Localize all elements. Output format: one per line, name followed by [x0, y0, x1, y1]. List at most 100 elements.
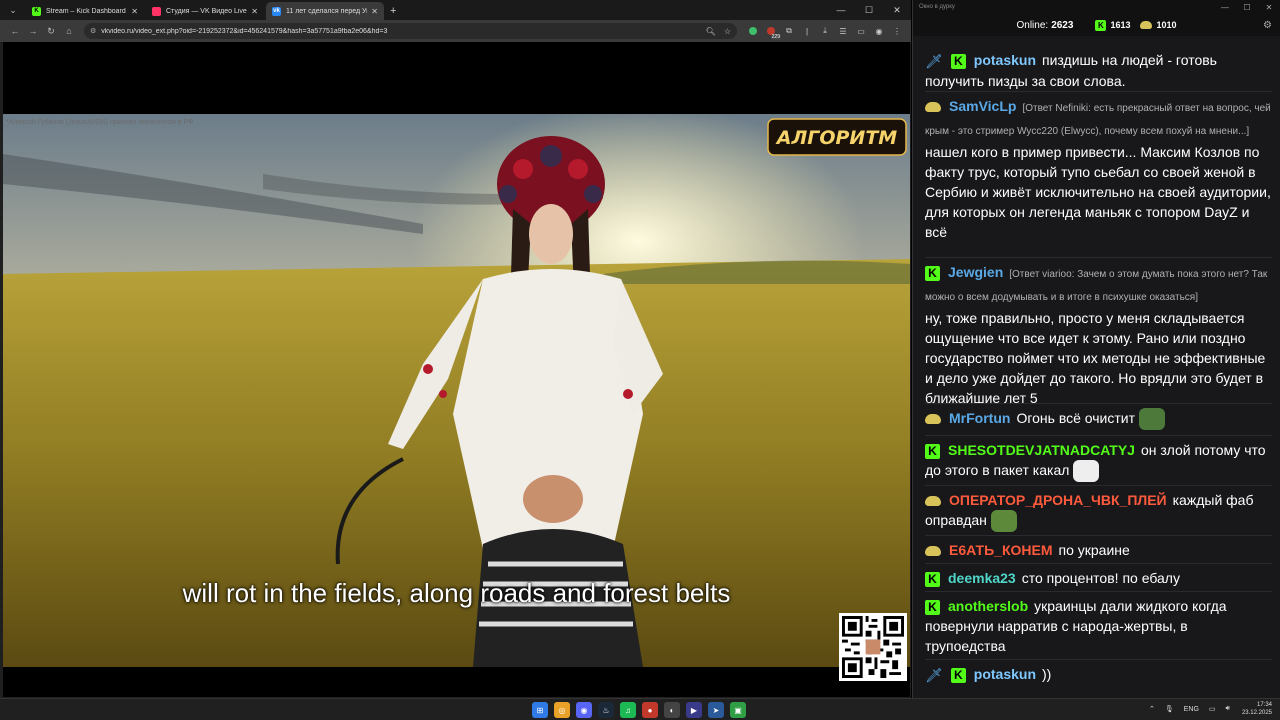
obs-icon[interactable]: ◐ — [664, 702, 680, 718]
tab-search-icon[interactable]: ⌄ — [4, 2, 22, 18]
kick-viewers: K 1613 — [1095, 19, 1130, 31]
chat-text: нашел кого в пример привести... Максим К… — [925, 144, 1271, 240]
site-info-icon[interactable]: ⚙ — [90, 27, 96, 35]
address-bar[interactable]: ⚙ vkvideo.ru/video_ext.php?oid=-21925237… — [84, 23, 737, 39]
chat-text: по украине — [1058, 542, 1130, 558]
chat-username[interactable]: anotherslob — [948, 598, 1028, 614]
minimize-icon[interactable]: — — [827, 0, 855, 20]
chat-username[interactable]: ОПЕРАТОР_ДРОНА_ЧВК_ПЛЕЙ — [949, 492, 1167, 508]
new-tab-icon[interactable]: + — [390, 5, 396, 17]
language-indicator[interactable]: ENG — [1184, 706, 1199, 713]
telegram-icon[interactable]: ➤ — [708, 702, 724, 718]
extension-badge: 229 — [770, 34, 781, 40]
tab-label: Stream – Kick Dashboard — [46, 7, 126, 15]
steam-icon[interactable]: ♨ — [598, 702, 614, 718]
close-window-icon[interactable]: ✕ — [1258, 0, 1280, 14]
profile-icon[interactable]: ◉ — [871, 23, 887, 39]
tab-vk-video[interactable]: vk 11 лет сделался перед Укр ✕ — [266, 2, 384, 20]
chat-username[interactable]: SHESOTDEVJATNADCATYJ — [948, 442, 1135, 458]
video-player[interactable]: АЛГОРИТМ *Алексей Губанов (JesusAVGN) пр… — [3, 42, 910, 697]
volume-icon[interactable]: 🔊︎ — [1226, 705, 1230, 713]
start-icon[interactable]: ⊞ — [532, 702, 548, 718]
network-icon[interactable]: ▭ — [1209, 705, 1216, 713]
chat-messages-list[interactable]: 🗡 Kpotaskun пиздишь на людей - готовь полу… — [913, 36, 1280, 698]
kick-icon: K — [1095, 19, 1107, 31]
spotify-icon[interactable]: ♫ — [620, 702, 636, 718]
tab-label: 11 лет сделался перед Укр — [286, 7, 368, 15]
kick-badge-icon: K — [925, 265, 940, 281]
chat-message: 🗡 Kpotaskun пиздишь на людей - готовь полу… — [925, 50, 1272, 92]
extensions-puzzle-icon[interactable]: ⧉ — [781, 23, 797, 39]
tab-kick-dashboard[interactable]: K Stream – Kick Dashboard ✕ — [26, 2, 144, 20]
channel-logo-text: АЛГОРИТМ — [775, 127, 898, 149]
chat-window-controls: — ☐ ✕ — [1214, 0, 1280, 14]
vk-live-favicon-icon — [152, 6, 161, 16]
qr-code-image — [839, 613, 907, 681]
grin-emote-icon — [1073, 460, 1100, 483]
chat-username[interactable]: MrFortun — [949, 410, 1010, 426]
extension-red-icon[interactable]: 229 — [763, 23, 781, 40]
tab-vk-studio[interactable]: Студия — VK Видео Live ✕ — [146, 2, 264, 20]
tray-chevron-icon[interactable]: ⌃ — [1149, 705, 1155, 713]
home-icon[interactable]: ⌂ — [60, 26, 78, 36]
pepe-emote-icon — [1139, 408, 1166, 431]
mic-icon[interactable]: 🎙︎ — [1165, 705, 1174, 713]
chat-message: K SHESOTDEVJATNADCATYJ он злой потому что … — [925, 440, 1272, 486]
app-blue-icon[interactable]: ▶ — [686, 702, 702, 718]
chat-text: )) — [1042, 666, 1052, 682]
online-label: Online: — [1016, 19, 1049, 31]
close-icon[interactable]: ✕ — [131, 7, 138, 16]
pepe-badge-icon — [925, 414, 941, 425]
chat-window-titlebar: Окно в дурку — ☐ ✕ — [913, 0, 1280, 14]
download-icon[interactable]: ⤓ — [817, 23, 833, 39]
discord-icon[interactable]: ◉ — [576, 702, 592, 718]
close-icon[interactable]: ✕ — [251, 7, 258, 16]
settings-icon[interactable]: ⚙ — [1263, 20, 1272, 31]
menu-icon[interactable]: ⋮ — [889, 23, 905, 39]
kick-badge-icon: K — [950, 53, 966, 69]
chrome-icon[interactable]: ◎ — [554, 702, 570, 718]
system-tray: ⌃ 🎙︎ ENG ▭ 🔊︎ 17:34 23.12.2025 — [1139, 701, 1272, 717]
chat-username[interactable]: Е6АТЬ_КОНЕМ — [949, 542, 1052, 558]
back-icon[interactable]: ← — [6, 26, 24, 36]
chat-username[interactable]: potaskun — [974, 666, 1036, 682]
extension-green-icon[interactable] — [745, 23, 761, 39]
disclaimer-text: *Алексей Губанов (JesusAVGN) признан ино… — [6, 118, 193, 126]
clock[interactable]: 17:34 23.12.2025 — [1242, 701, 1272, 717]
bookmark-star-icon[interactable]: ☆ — [724, 27, 731, 36]
maximize-icon[interactable]: ☐ — [1236, 0, 1258, 14]
close-window-icon[interactable]: ✕ — [883, 0, 911, 20]
tab-groups-icon[interactable]: ☰ — [835, 23, 851, 39]
app-green-icon[interactable]: ▣ — [730, 702, 746, 718]
kick-badge-icon: K — [925, 599, 940, 615]
kick-badge-icon: K — [925, 443, 940, 459]
chat-message: MrFortun Огонь всё очистит — [925, 408, 1272, 436]
maximize-icon[interactable]: ☐ — [855, 0, 883, 20]
time: 17:34 — [1256, 702, 1272, 708]
pepe-badge-icon — [925, 102, 941, 113]
forward-icon[interactable]: → — [24, 26, 42, 36]
close-icon[interactable]: ✕ — [371, 7, 378, 16]
app-red-icon[interactable]: ● — [642, 702, 658, 718]
other-count: 1010 — [1156, 20, 1177, 30]
other-viewers: 1010 — [1140, 20, 1177, 30]
reload-icon[interactable]: ↻ — [42, 26, 60, 37]
kick-badge-icon: K — [950, 667, 966, 683]
pepe-icon — [1140, 21, 1153, 29]
chat-message: K Jewgien [Ответ viarioo: Зачем о этом дум… — [925, 262, 1272, 406]
minimize-icon[interactable]: — — [1214, 0, 1236, 14]
zoom-icon[interactable]: 🔍︎ — [706, 27, 716, 36]
pepe-badge-icon — [925, 546, 941, 557]
video-subtitle: will rot in the fields, along roads and … — [182, 578, 731, 608]
split-view-icon[interactable]: ▭ — [853, 23, 869, 39]
chat-text: ну, тоже правильно, просто у меня склады… — [925, 310, 1266, 406]
chat-username[interactable]: potaskun — [974, 52, 1036, 68]
chat-message: 🗡 Kpotaskun)) — [925, 664, 1272, 690]
chat-message: Kanotherslob украинцы дали жидкого когда … — [925, 596, 1272, 660]
chat-text: Огонь всё очистит — [1016, 410, 1136, 426]
kick-favicon-icon: K — [32, 6, 41, 16]
chat-username[interactable]: deemka23 — [948, 570, 1016, 586]
chat-username[interactable]: SamVicLp — [949, 98, 1016, 114]
chat-message: ОПЕРАТОР_ДРОНА_ЧВК_ПЛЕЙ каждый фаб оправд… — [925, 490, 1272, 536]
chat-username[interactable]: Jewgien — [948, 264, 1003, 280]
